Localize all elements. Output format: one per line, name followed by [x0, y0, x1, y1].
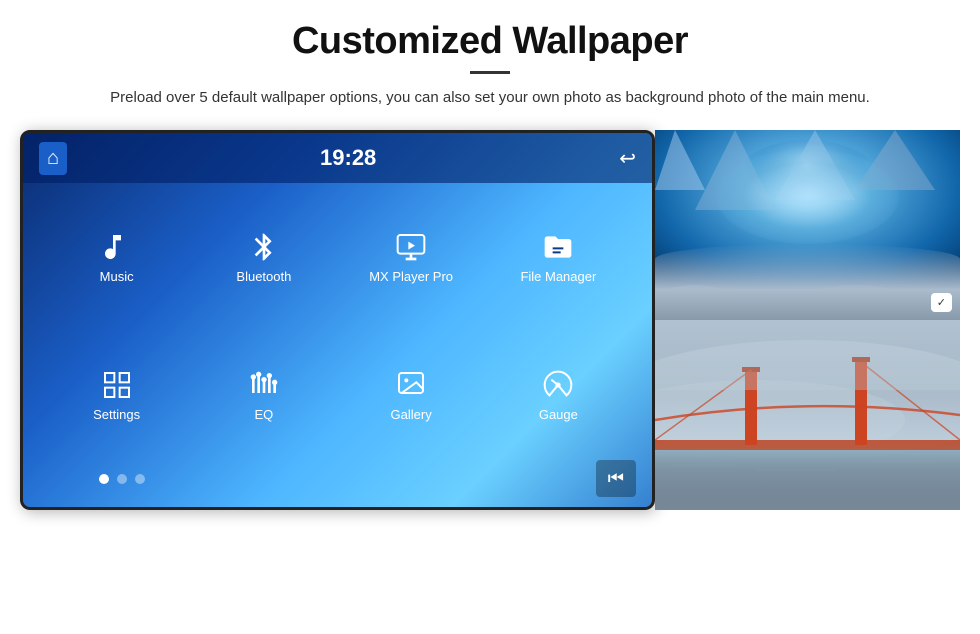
badge-icon: ✓	[937, 296, 946, 309]
screen-inner: ⌂ 19:28 ↩ Music	[23, 133, 652, 507]
time-display: 19:28	[320, 145, 376, 171]
photo-bottom	[655, 320, 960, 510]
app-music[interactable]: Music	[43, 203, 190, 312]
music-icon	[101, 231, 133, 263]
home-button[interactable]: ⌂	[39, 142, 67, 175]
app-filemanager-label: File Manager	[520, 269, 596, 284]
title-divider	[470, 71, 510, 74]
app-filemanager[interactable]: File Manager	[485, 203, 632, 312]
app-settings-label: Settings	[93, 407, 140, 422]
app-bluetooth[interactable]: Bluetooth	[190, 203, 337, 312]
dot-3[interactable]	[135, 474, 145, 484]
app-gauge-label: Gauge	[539, 407, 578, 422]
filemanager-icon	[542, 231, 574, 263]
page-dots	[99, 474, 145, 484]
mxplayer-icon	[395, 231, 427, 263]
app-grid-row1: Music Bluetooth	[23, 183, 652, 322]
app-mxplayer-label: MX Player Pro	[369, 269, 453, 284]
app-grid-row2: Settings	[23, 322, 652, 461]
gallery-icon	[395, 369, 427, 401]
app-gallery-label: Gallery	[391, 407, 432, 422]
app-eq-label: EQ	[254, 407, 273, 422]
app-mxplayer[interactable]: MX Player Pro	[338, 203, 485, 312]
bridge-scene-image	[655, 320, 960, 510]
app-gauge[interactable]: Gauge	[485, 342, 632, 451]
app-eq[interactable]: EQ	[190, 342, 337, 451]
ice-cave-image	[655, 130, 960, 320]
app-gallery[interactable]: Gallery	[338, 342, 485, 451]
ice-cave-svg	[655, 130, 960, 320]
page-title: Customized Wallpaper	[292, 20, 688, 63]
dot-2[interactable]	[117, 474, 127, 484]
dot-1[interactable]	[99, 474, 109, 484]
status-right: ↩	[619, 146, 636, 171]
gauge-icon	[542, 369, 574, 401]
page-subtitle: Preload over 5 default wallpaper options…	[110, 86, 870, 110]
back-icon[interactable]: ↩	[619, 146, 636, 171]
page-container: Customized Wallpaper Preload over 5 defa…	[0, 0, 980, 634]
content-row: ⌂ 19:28 ↩ Music	[20, 130, 960, 510]
status-bar: ⌂ 19:28 ↩	[23, 133, 652, 183]
settings-icon	[101, 369, 133, 401]
app-bluetooth-label: Bluetooth	[236, 269, 291, 284]
car-screen: ⌂ 19:28 ↩ Music	[20, 130, 655, 510]
app-music-label: Music	[100, 269, 134, 284]
bridge-svg	[655, 320, 960, 510]
bottom-bar: ⏮	[23, 460, 652, 507]
skip-button[interactable]: ⏮	[596, 460, 636, 497]
home-icon: ⌂	[47, 147, 59, 170]
photo-badge: ✓	[931, 293, 952, 312]
eq-icon	[248, 369, 280, 401]
photos-column: ✓	[655, 130, 960, 510]
bluetooth-icon	[248, 231, 280, 263]
photo-top: ✓	[655, 130, 960, 320]
app-settings[interactable]: Settings	[43, 342, 190, 451]
